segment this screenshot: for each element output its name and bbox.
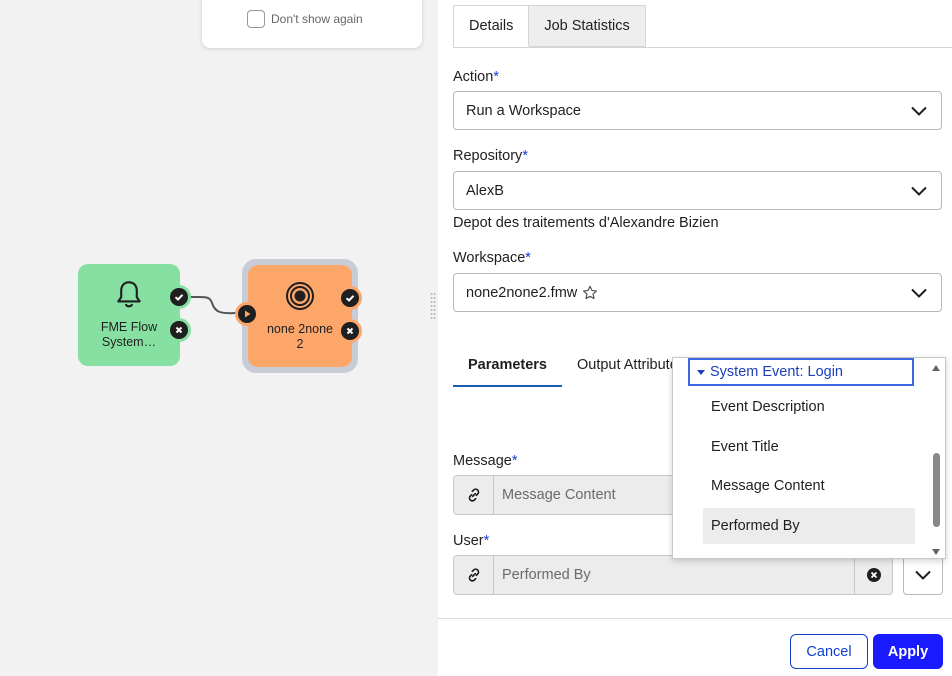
tab-job-statistics[interactable]: Job Statistics xyxy=(529,5,646,47)
workspace-value: none2none2.fmw xyxy=(466,284,578,301)
attribute-dropdown: System Event: Login Event Description Ev… xyxy=(672,357,946,559)
bell-icon xyxy=(117,281,141,308)
node-label: FME Flow System… xyxy=(100,320,158,349)
tab-details[interactable]: Details xyxy=(453,5,530,47)
repository-select[interactable]: AlexB xyxy=(453,171,942,210)
x-icon xyxy=(170,321,188,339)
dropdown-item[interactable]: Event Title xyxy=(703,429,915,465)
chevron-down-icon xyxy=(911,106,927,116)
x-icon xyxy=(341,322,359,340)
apply-button[interactable]: Apply xyxy=(873,634,943,669)
clear-button[interactable] xyxy=(854,556,892,594)
node-label: none 2none 2 xyxy=(266,322,334,351)
failure-port[interactable] xyxy=(167,318,191,342)
user-input[interactable]: Performed By xyxy=(453,555,893,595)
user-value: Performed By xyxy=(502,567,591,583)
success-port[interactable] xyxy=(338,286,362,310)
dropdown-item[interactable]: Event Description xyxy=(703,389,915,425)
scroll-up-icon[interactable] xyxy=(931,364,941,372)
workflow-canvas[interactable]: Don't show again FME Flow System… none 2… xyxy=(0,0,438,676)
dropdown-group-header[interactable]: System Event: Login xyxy=(688,358,914,386)
action-select[interactable]: Run a Workspace xyxy=(453,91,942,130)
clear-icon xyxy=(866,568,881,582)
user-dropdown-button[interactable] xyxy=(903,555,943,595)
check-icon xyxy=(341,289,359,307)
repository-description: Depot des traitements d'Alexandre Bizien xyxy=(453,215,719,231)
cancel-button[interactable]: Cancel xyxy=(790,634,868,669)
star-icon[interactable] xyxy=(581,284,599,302)
target-icon xyxy=(286,282,314,310)
repository-value: AlexB xyxy=(466,182,504,199)
parameter-tabs: Parameters Output Attributes xyxy=(453,345,700,387)
input-port[interactable] xyxy=(235,302,259,326)
footer-divider xyxy=(438,618,952,619)
scroll-down-icon[interactable] xyxy=(931,548,941,556)
repository-label: Repository* xyxy=(453,148,528,164)
workspace-select[interactable]: none2none2.fmw xyxy=(453,273,942,312)
check-icon xyxy=(170,288,188,306)
node-fme-flow-system[interactable]: FME Flow System… xyxy=(78,264,180,366)
tabs-divider xyxy=(453,47,952,48)
failure-port[interactable] xyxy=(338,319,362,343)
dropdown-group-label: System Event: Login xyxy=(710,364,843,380)
chevron-down-icon xyxy=(911,288,927,298)
properties-panel: Details Job Statistics Action* Run a Wor… xyxy=(438,0,952,676)
scrollbar-thumb[interactable] xyxy=(933,453,940,527)
play-icon xyxy=(238,305,256,323)
message-input[interactable]: Message Content xyxy=(453,475,693,515)
link-icon[interactable] xyxy=(454,476,494,514)
node-none2none2[interactable]: none 2none 2 xyxy=(248,265,352,367)
dropdown-item[interactable]: Message Content xyxy=(703,468,915,504)
action-label: Action* xyxy=(453,69,499,85)
action-value: Run a Workspace xyxy=(466,102,581,119)
connector-line xyxy=(189,295,237,315)
panel-resize-handle[interactable] xyxy=(430,292,436,322)
panel-tabs: Details Job Statistics xyxy=(453,5,646,47)
dropdown-item-highlighted[interactable]: Performed By xyxy=(703,508,915,544)
chevron-down-icon xyxy=(915,570,931,580)
tab-parameters[interactable]: Parameters xyxy=(453,345,562,387)
workspace-label: Workspace* xyxy=(453,250,531,266)
chevron-down-icon xyxy=(911,186,927,196)
caret-down-icon xyxy=(697,370,705,375)
success-port[interactable] xyxy=(167,285,191,309)
user-label: User* xyxy=(453,533,490,549)
link-icon[interactable] xyxy=(454,556,494,594)
message-label: Message* xyxy=(453,453,518,469)
message-value: Message Content xyxy=(502,487,616,503)
